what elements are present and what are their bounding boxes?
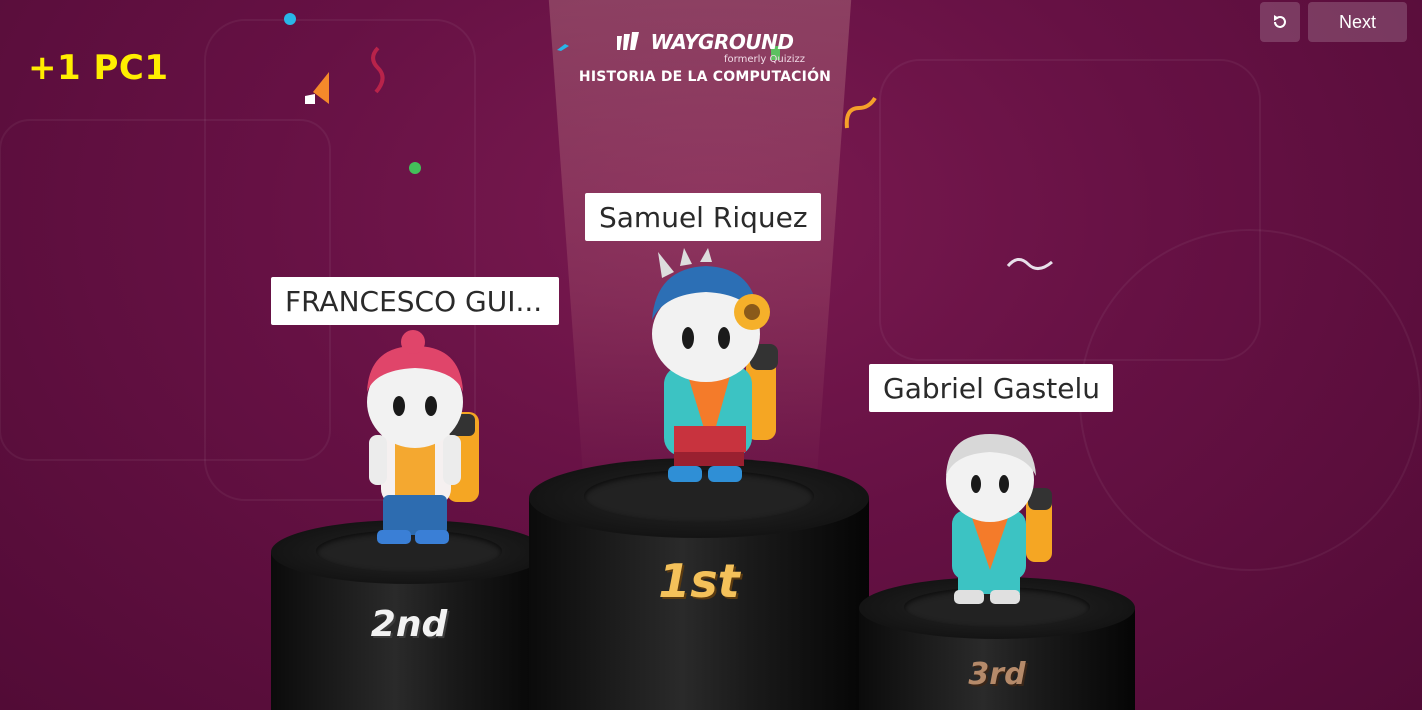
confetti-curl	[844, 96, 877, 129]
confetti-dot	[284, 13, 296, 25]
restart-button[interactable]	[1260, 2, 1300, 42]
next-button[interactable]: Next	[1308, 2, 1407, 42]
place-label-third: 3rd	[968, 657, 1026, 692]
confetti-squiggle	[371, 46, 385, 94]
confetti-wave	[1006, 258, 1053, 270]
player-name-third: Gabriel Gastelu	[869, 364, 1113, 412]
score-label: +1 PC1	[28, 48, 169, 88]
brand-subtitle: formerly Quizizz	[724, 54, 805, 65]
brand-logo-text: WAYGROUND	[650, 30, 794, 54]
player-name-second: FRANCESCO GUI...	[271, 277, 559, 325]
avatar-third	[946, 434, 1052, 604]
restart-icon	[1274, 15, 1286, 28]
brand-header: WAYGROUND formerly Quizizz HISTORIA DE L…	[560, 30, 850, 85]
quiz-title: HISTORIA DE LA COMPUTACIÓN	[578, 69, 832, 85]
place-label-second: 2nd	[370, 604, 448, 645]
avatar-first	[652, 248, 778, 482]
brand-logo: WAYGROUND	[560, 30, 850, 54]
player-name-first: Samuel Riquez	[585, 193, 821, 241]
confetti-dot	[409, 162, 421, 174]
place-label-first: 1st	[658, 554, 740, 608]
podium-first: 1st	[529, 458, 869, 710]
confetti-triangle	[305, 72, 329, 104]
avatar-second	[367, 330, 479, 544]
wayground-logo-icon	[616, 32, 639, 50]
